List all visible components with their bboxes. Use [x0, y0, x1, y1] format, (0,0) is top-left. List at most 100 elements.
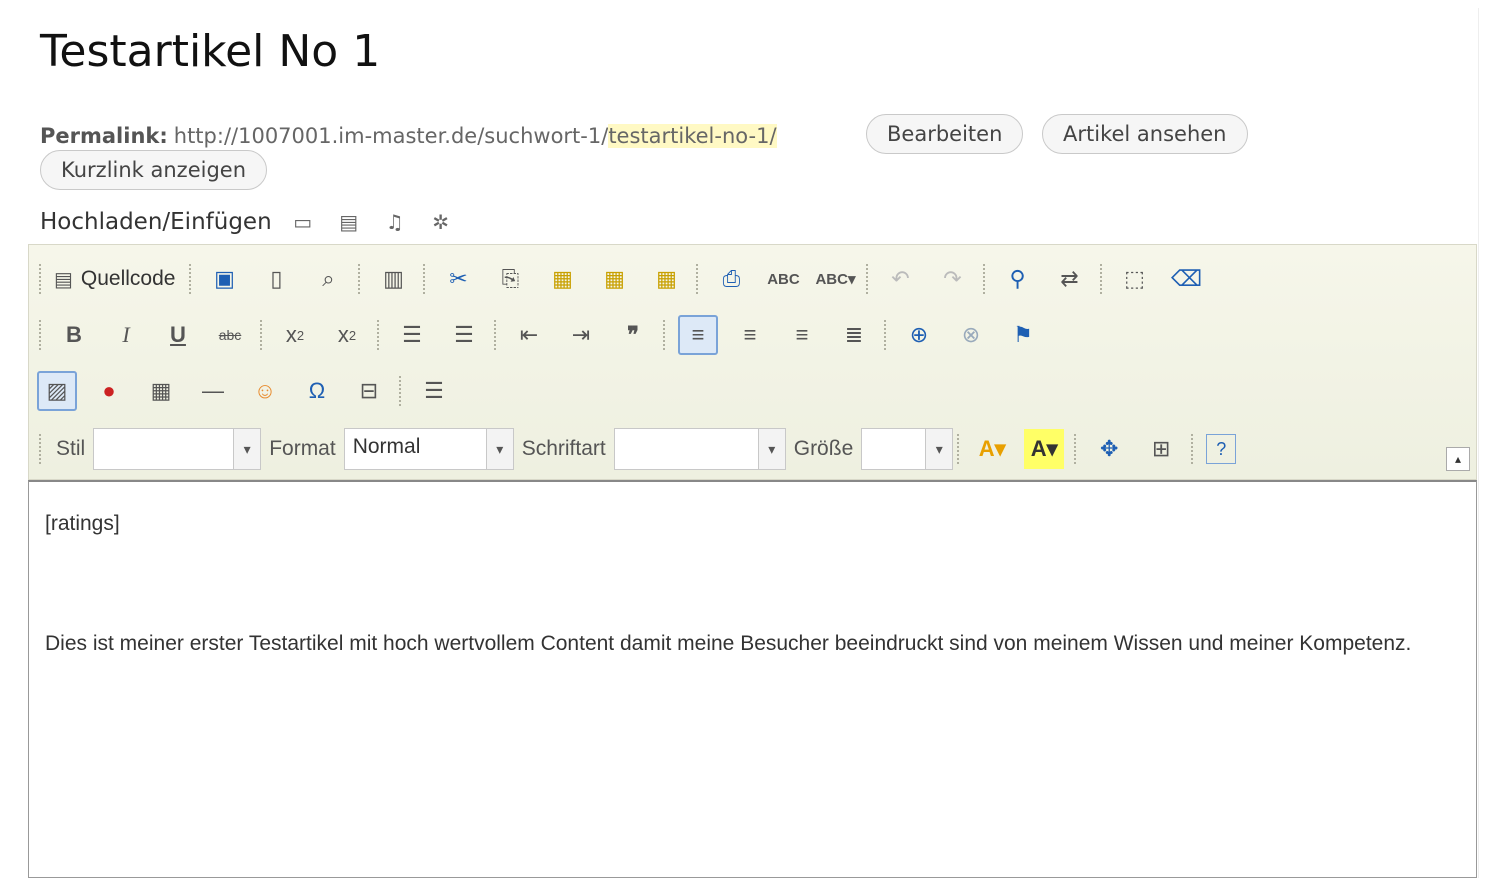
flash-icon[interactable]: ● — [89, 371, 129, 411]
save-icon[interactable]: ▣ — [204, 259, 244, 299]
toolbar-separator — [39, 320, 44, 350]
redo-icon[interactable]: ↷ — [933, 259, 973, 299]
indent-icon[interactable]: ⇥ — [561, 315, 601, 355]
paste-text-icon[interactable]: ▦ — [594, 259, 634, 299]
post-editor-panel: Testartikel No 1 Permalink: http://10070… — [10, 8, 1479, 878]
align-right-icon[interactable]: ≡ — [782, 315, 822, 355]
permalink-edit-button[interactable]: Bearbeiten — [866, 114, 1024, 154]
editor-content-area[interactable]: [ratings] Dies ist meiner erster Testart… — [28, 480, 1477, 878]
toolbar-separator — [189, 264, 194, 294]
size-value — [862, 429, 925, 469]
upload-insert-row: Hochladen/Einfügen ▭ ▤ ♫ ✲ — [40, 204, 456, 240]
outdent-icon[interactable]: ⇤ — [509, 315, 549, 355]
post-title[interactable]: Testartikel No 1 — [40, 26, 380, 77]
toolbar-separator — [39, 434, 44, 464]
more-tag-icon[interactable]: ☰ — [414, 371, 454, 411]
spellcheck-icon[interactable]: ABC — [763, 259, 803, 299]
video-icon[interactable]: ▤ — [334, 209, 364, 235]
media-icon[interactable]: ✲ — [426, 209, 456, 235]
style-label: Stil — [56, 437, 86, 460]
subscript-icon[interactable]: x2 — [275, 315, 315, 355]
editor-toolbar: ▤ Quellcode ▣ ▯ ⌕ ▥ ✂ ⎘ ▦ ▦ ▦ ⎙ ABC ABC▾ … — [28, 244, 1477, 480]
link-icon[interactable]: ⊕ — [899, 315, 939, 355]
horizontal-rule-icon[interactable]: ― — [193, 371, 233, 411]
anchor-icon[interactable]: ⚑ — [1003, 315, 1043, 355]
special-char-icon[interactable]: Ω — [297, 371, 337, 411]
toolbar-separator — [1074, 434, 1079, 464]
unlink-icon[interactable]: ⊗ — [951, 315, 991, 355]
toolbar-separator — [663, 320, 668, 350]
permalink-url-slug[interactable]: testartikel-no-1/ — [608, 124, 777, 148]
chevron-down-icon: ▾ — [757, 429, 785, 469]
justify-icon[interactable]: ≣ — [834, 315, 874, 355]
help-icon[interactable]: ? — [1206, 434, 1237, 464]
toolbar-separator — [358, 264, 363, 294]
bold-icon[interactable]: B — [54, 315, 94, 355]
text-color-icon[interactable]: A▾ — [972, 429, 1012, 469]
numbered-list-icon[interactable]: ☰ — [392, 315, 432, 355]
source-icon: ▤ — [54, 268, 73, 291]
underline-icon[interactable]: U — [158, 315, 198, 355]
superscript-icon[interactable]: x2 — [327, 315, 367, 355]
smiley-icon[interactable]: ☺ — [245, 371, 285, 411]
collapse-toolbar-button[interactable]: ▴ — [1446, 447, 1470, 471]
toolbar-separator — [696, 264, 701, 294]
maximize-icon[interactable]: ✥ — [1089, 429, 1129, 469]
size-select[interactable]: ▾ — [861, 428, 954, 470]
table-icon[interactable]: ▦ — [141, 371, 181, 411]
toolbar-separator — [494, 320, 499, 350]
cut-icon[interactable]: ✂ — [438, 259, 478, 299]
style-select[interactable]: ▾ — [93, 428, 262, 470]
format-label: Format — [269, 437, 336, 460]
templates-icon[interactable]: ▥ — [373, 259, 413, 299]
preview-icon[interactable]: ⌕ — [308, 259, 348, 299]
show-blocks-icon[interactable]: ⊞ — [1141, 429, 1181, 469]
chevron-down-icon: ▾ — [925, 429, 953, 469]
toolbar-separator — [377, 320, 382, 350]
font-select[interactable]: ▾ — [613, 428, 786, 470]
view-article-button[interactable]: Artikel ansehen — [1042, 114, 1248, 154]
scayt-icon[interactable]: ABC▾ — [815, 259, 855, 299]
source-label: Quellcode — [80, 267, 176, 290]
permalink-url-base: http://1007001.im-master.de/suchwort-1/ — [173, 124, 609, 148]
chevron-down-icon: ▾ — [233, 429, 261, 469]
paste-icon[interactable]: ▦ — [542, 259, 582, 299]
shortlink-button[interactable]: Kurzlink anzeigen — [40, 150, 268, 190]
font-label: Schriftart — [521, 437, 606, 460]
new-page-icon[interactable]: ▯ — [256, 259, 296, 299]
image-insert-icon[interactable]: ▨ — [37, 371, 77, 411]
toolbar-row-4: Stil ▾ Format Normal ▾ Schriftart ▾ Größe… — [35, 425, 1242, 473]
page-break-icon[interactable]: ⊟ — [349, 371, 389, 411]
select-all-icon[interactable]: ⬚ — [1115, 259, 1155, 299]
toolbar-separator — [1099, 264, 1105, 294]
format-select[interactable]: Normal ▾ — [343, 428, 514, 470]
paste-word-icon[interactable]: ▦ — [646, 259, 686, 299]
align-left-icon[interactable]: ≡ — [678, 315, 718, 355]
find-icon[interactable]: ⚲ — [998, 259, 1038, 299]
chevron-down-icon: ▾ — [485, 429, 513, 469]
audio-icon[interactable]: ♫ — [380, 209, 410, 235]
bulleted-list-icon[interactable]: ☰ — [444, 315, 484, 355]
source-button[interactable]: ▤ Quellcode — [54, 259, 179, 299]
toolbar-row-3: ▨ ● ▦ ― ☺ Ω ⊟ ☰ — [35, 367, 460, 415]
background-color-icon[interactable]: A▾ — [1024, 429, 1065, 469]
toolbar-separator — [865, 264, 871, 294]
replace-icon[interactable]: ⇄ — [1050, 259, 1090, 299]
toolbar-row-2: B I U abc x2 x2 ☰ ☰ ⇤ ⇥ ❞ ≡ ≡ ≡ ≣ ⊕ ⊗ ⚑ — [35, 311, 1049, 359]
upload-insert-label: Hochladen/Einfügen — [40, 209, 272, 235]
toolbar-separator — [39, 264, 44, 294]
undo-icon[interactable]: ↶ — [881, 259, 921, 299]
copy-icon[interactable]: ⎘ — [490, 259, 530, 299]
italic-icon[interactable]: I — [106, 315, 146, 355]
toolbar-row-1: ▤ Quellcode ▣ ▯ ⌕ ▥ ✂ ⎘ ▦ ▦ ▦ ⎙ ABC ABC▾ … — [35, 255, 1213, 303]
remove-format-icon[interactable]: ⌫ — [1167, 259, 1207, 299]
toolbar-separator — [957, 434, 962, 464]
print-icon[interactable]: ⎙ — [711, 259, 751, 299]
strike-icon[interactable]: abc — [210, 315, 250, 355]
image-icon[interactable]: ▭ — [288, 209, 318, 235]
toolbar-separator — [1191, 434, 1196, 464]
align-center-icon[interactable]: ≡ — [730, 315, 770, 355]
permalink-label: Permalink: — [40, 124, 168, 148]
style-value — [94, 429, 233, 469]
blockquote-icon[interactable]: ❞ — [613, 315, 653, 355]
